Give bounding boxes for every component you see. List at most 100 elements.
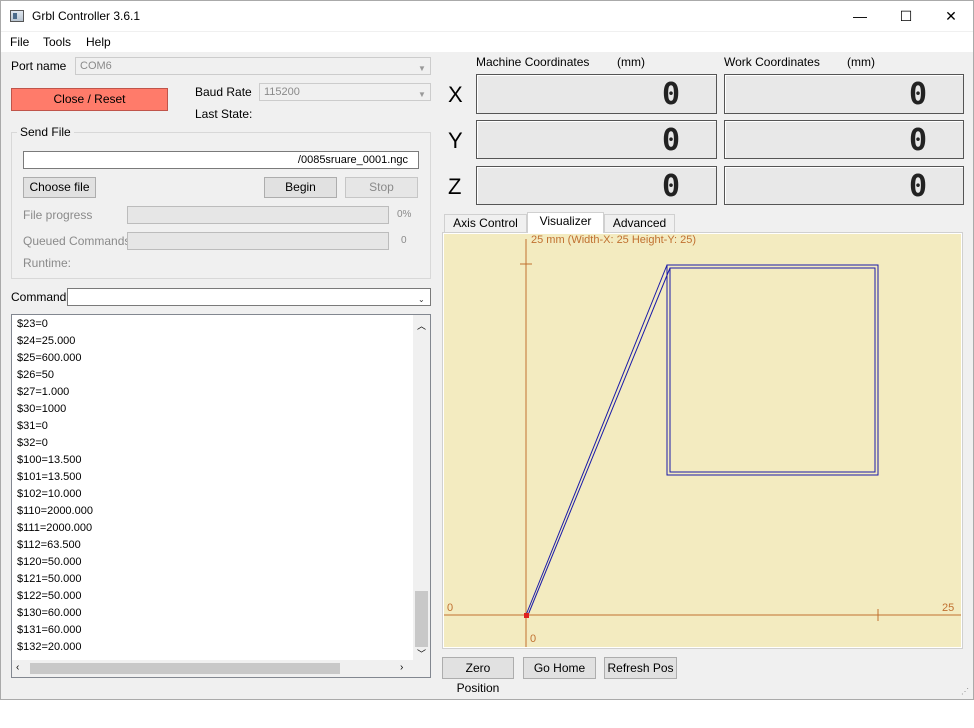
menu-help[interactable]: Help <box>86 35 111 49</box>
h-scroll-thumb[interactable] <box>30 663 340 674</box>
title-bar: Grbl Controller 3.6.1 — ☐ ✕ <box>1 1 973 31</box>
app-icon <box>10 10 24 22</box>
port-name-select[interactable]: COM6 ▼ <box>75 57 431 75</box>
axis-label-y: Y <box>448 128 463 153</box>
console-line: $122=50.000 <box>17 590 82 602</box>
chevron-right-icon[interactable]: › <box>400 662 403 673</box>
work-z-value: 0 <box>909 169 928 204</box>
work-z-display: 0 <box>724 166 964 205</box>
console-line: $120=50.000 <box>17 556 82 568</box>
tool-position-marker <box>524 613 529 618</box>
machine-unit-label: (mm) <box>617 55 645 69</box>
console-line: $132=20.000 <box>17 641 82 653</box>
runtime-label: Runtime: <box>23 256 72 270</box>
file-progress-value: 0% <box>397 209 412 220</box>
command-input[interactable]: ⌄ <box>67 288 431 306</box>
go-home-button[interactable]: Go Home <box>523 657 596 679</box>
work-x-value: 0 <box>909 77 928 112</box>
machine-y-value: 0 <box>662 123 681 158</box>
chevron-up-icon[interactable]: ︿ <box>417 319 426 332</box>
file-progress-label: File progress <box>23 208 93 222</box>
x-max-label: 25 <box>942 602 954 614</box>
zero-position-button[interactable]: Zero Position <box>442 657 514 695</box>
queued-commands-bar <box>127 232 389 250</box>
console-line: $112=63.500 <box>17 539 81 551</box>
visualizer-header-text: 25 mm (Width-X: 25 Height-Y: 25) <box>531 234 696 246</box>
console-line: $23=0 <box>17 318 48 330</box>
baud-rate-label: Baud Rate <box>195 85 252 99</box>
console-line: $25=600.000 <box>17 352 82 364</box>
machine-z-display: 0 <box>476 166 717 205</box>
stop-button[interactable]: Stop <box>345 177 418 198</box>
machine-z-value: 0 <box>662 169 681 204</box>
toolpath-rapid-1 <box>525 264 668 616</box>
tab-axis-control[interactable]: Axis Control <box>444 214 527 233</box>
console-line: $102=10.000 <box>17 488 82 500</box>
horizontal-scrollbar[interactable]: ‹ › <box>12 660 414 677</box>
last-state-label: Last State: <box>195 107 253 121</box>
work-y-display: 0 <box>724 120 964 159</box>
toolpath-canvas: 25 mm (Width-X: 25 Height-Y: 25) 0 25 0 <box>444 234 961 647</box>
file-progress-bar <box>127 206 389 224</box>
baud-rate-select[interactable]: 115200 ▼ <box>259 83 431 101</box>
vertical-scrollbar[interactable]: ︿ ﹀ <box>413 315 430 661</box>
begin-button[interactable]: Begin <box>264 177 337 198</box>
minimize-button[interactable]: — <box>837 1 883 31</box>
toolpath-visualizer[interactable]: 25 mm (Width-X: 25 Height-Y: 25) 0 25 0 <box>444 234 961 647</box>
console-line: $111=2000.000 <box>17 522 93 534</box>
refresh-pos-button[interactable]: Refresh Pos <box>604 657 677 679</box>
toolpath-square-inner <box>669 267 876 473</box>
machine-x-display: 0 <box>476 74 717 114</box>
chevron-down-icon: ⌄ <box>418 295 425 304</box>
close-reset-button[interactable]: Close / Reset <box>11 88 168 111</box>
queued-commands-label: Queued Commands <box>23 234 131 248</box>
console-output[interactable]: $23=0 $24=25.000 $25=600.000 $26=50 $27=1.00… <box>11 314 431 678</box>
axis-label-z: Z <box>448 174 462 199</box>
console-line: $24=25.000 <box>17 335 76 347</box>
console-line: $31=0 <box>17 420 48 432</box>
chevron-left-icon[interactable]: ‹ <box>16 662 19 673</box>
machine-coordinates-label: Machine Coordinates <box>476 55 590 69</box>
work-coordinates-label: Work Coordinates <box>724 55 820 69</box>
work-unit-label: (mm) <box>847 55 875 69</box>
tab-advanced[interactable]: Advanced <box>604 214 675 233</box>
menu-tools[interactable]: Tools <box>43 35 71 49</box>
baud-rate-value: 115200 <box>264 86 300 98</box>
console-line: $100=13.500 <box>17 454 82 466</box>
scroll-corner <box>413 660 430 677</box>
y-origin-label: 0 <box>530 633 536 645</box>
menu-bar: File Tools Help <box>1 32 973 52</box>
toolpath-square-outer <box>666 264 879 476</box>
tab-visualizer[interactable]: Visualizer <box>527 212 604 233</box>
maximize-button[interactable]: ☐ <box>883 1 929 31</box>
console-line: $30=1000 <box>17 403 67 415</box>
send-file-title: Send File <box>17 125 74 139</box>
x-origin-label: 0 <box>447 602 453 614</box>
scroll-thumb[interactable] <box>415 591 428 647</box>
work-y-value: 0 <box>909 123 928 158</box>
axis-label-x: X <box>448 82 463 107</box>
work-x-display: 0 <box>724 74 964 114</box>
toolpath-rapid-2 <box>527 267 671 616</box>
console-line: $130=60.000 <box>17 607 82 619</box>
window-title: Grbl Controller 3.6.1 <box>32 9 141 23</box>
console-line: $110=2000.000 <box>17 505 93 517</box>
port-name-label: Port name <box>11 59 67 73</box>
file-path-field[interactable]: /0085sruare_0001.ngc <box>23 151 419 169</box>
chevron-down-icon: ▼ <box>418 64 426 73</box>
choose-file-button[interactable]: Choose file <box>23 177 96 198</box>
menu-file[interactable]: File <box>10 35 29 49</box>
main-window: Grbl Controller 3.6.1 — ☐ ✕ File Tools H… <box>0 0 974 700</box>
console-line: $101=13.500 <box>17 471 82 483</box>
close-window-button[interactable]: ✕ <box>928 1 974 31</box>
console-line: $131=60.000 <box>17 624 82 636</box>
command-label: Command <box>11 290 67 304</box>
console-line: $26=50 <box>17 369 55 381</box>
resize-grip-icon[interactable]: ⋰ <box>961 687 971 697</box>
console-line: $121=50.000 <box>17 573 82 585</box>
machine-y-display: 0 <box>476 120 717 159</box>
queued-commands-value: 0 <box>401 235 407 246</box>
machine-x-value: 0 <box>662 77 681 112</box>
chevron-down-icon[interactable]: ﹀ <box>417 647 426 660</box>
port-name-value: COM6 <box>80 60 112 72</box>
